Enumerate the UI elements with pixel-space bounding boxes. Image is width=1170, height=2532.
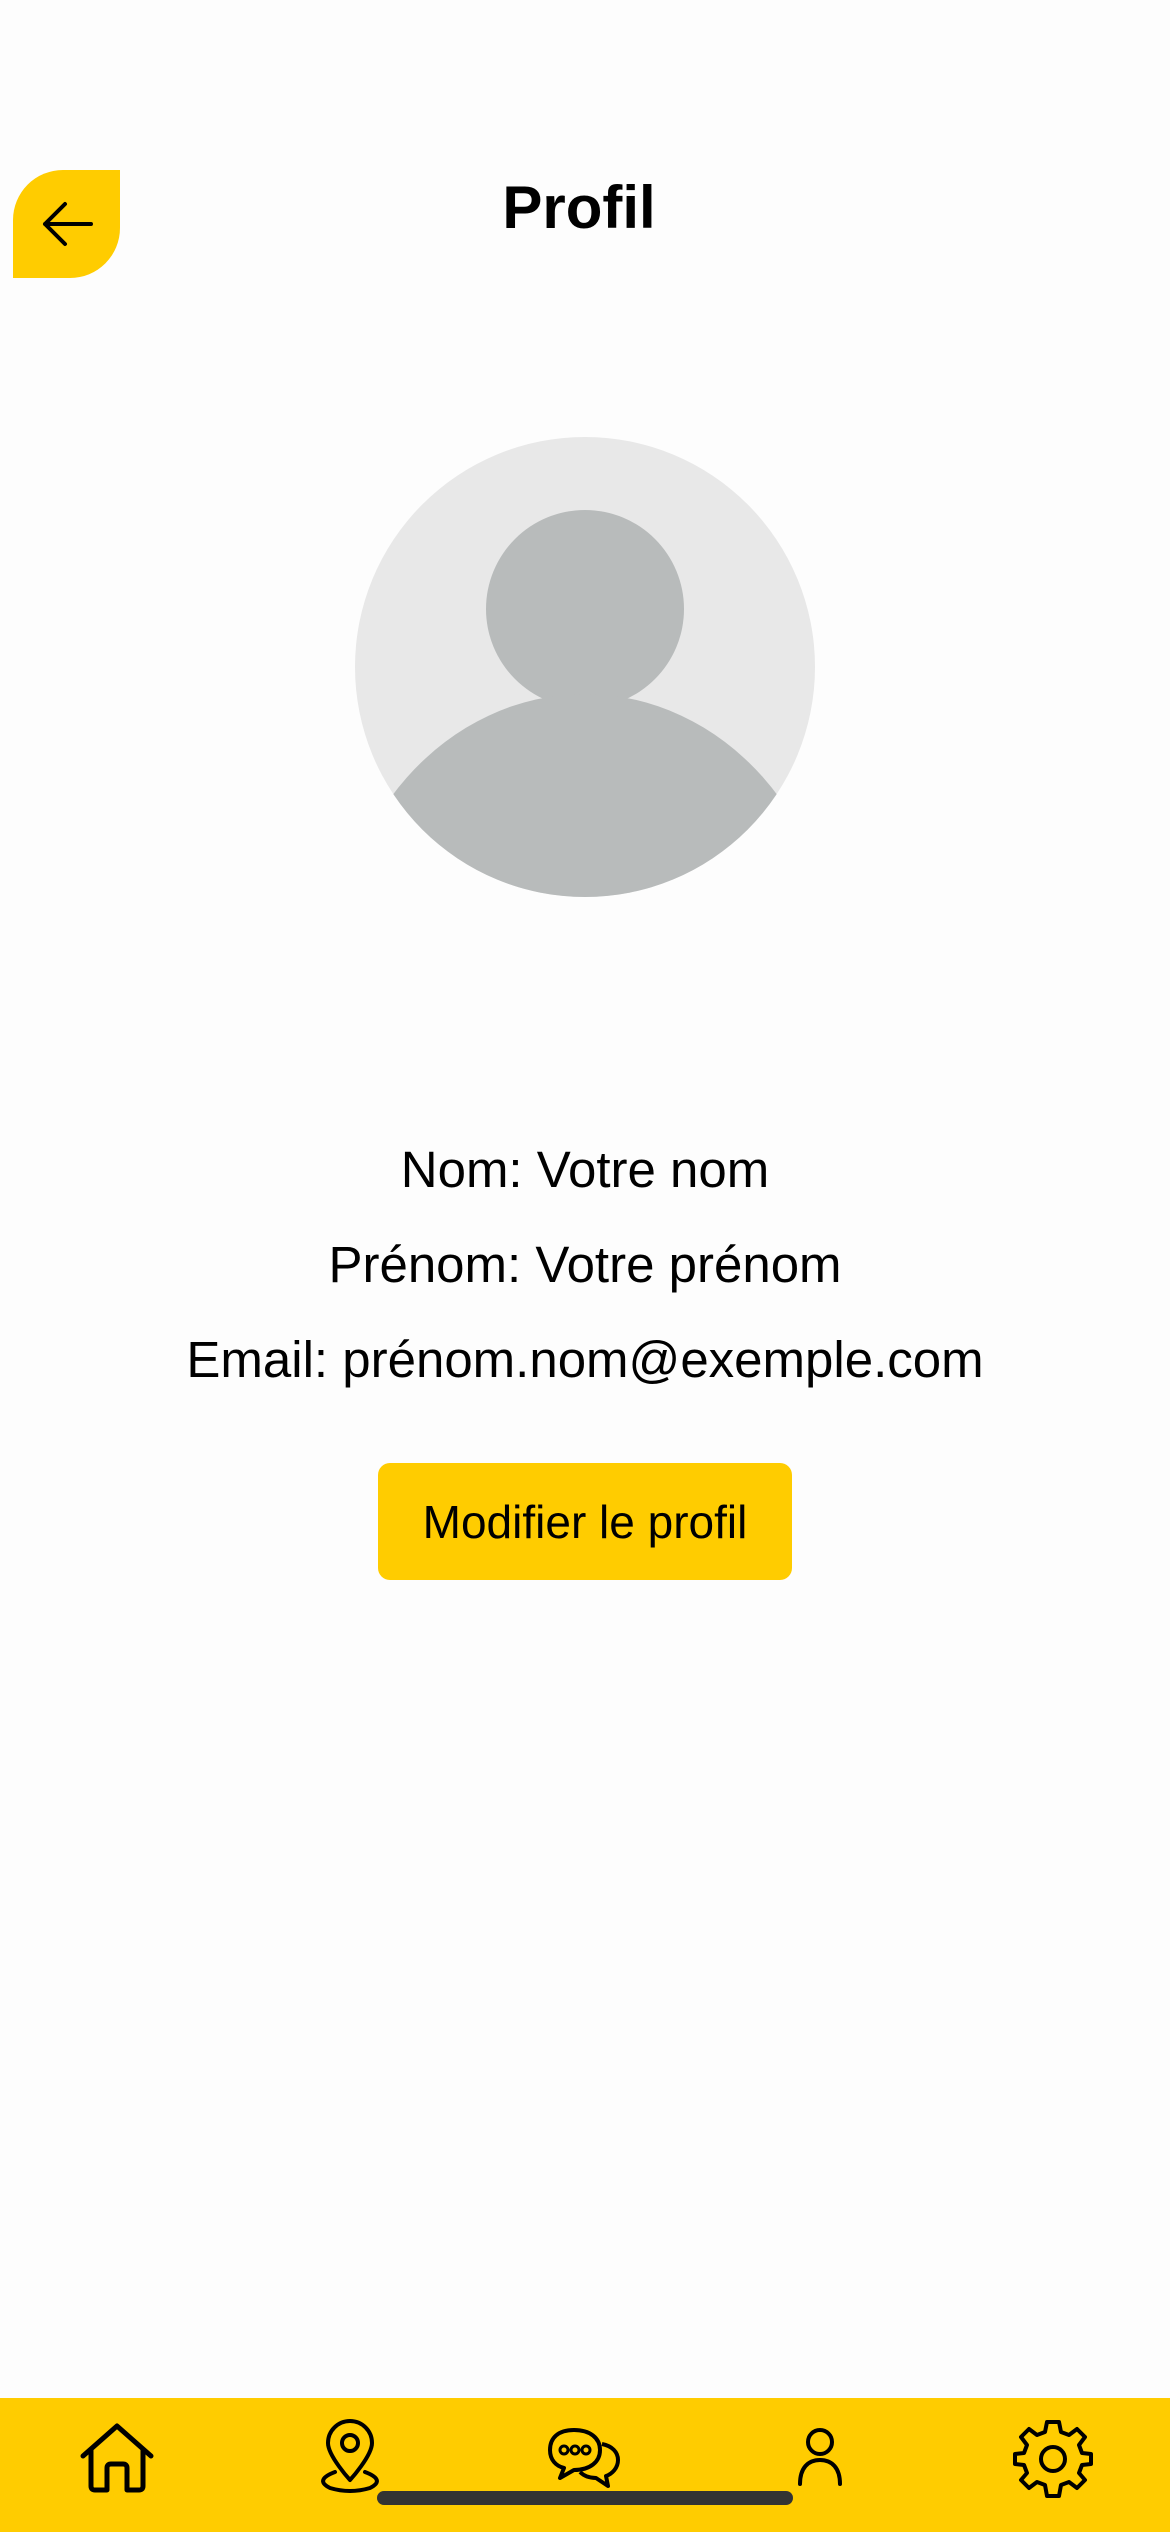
user-icon <box>798 2428 842 2486</box>
map-pin-icon <box>321 2419 379 2493</box>
tab-settings[interactable] <box>1003 2408 1103 2508</box>
home-indicator <box>377 2491 793 2505</box>
edit-profile-button[interactable]: Modifier le profil <box>378 1463 792 1580</box>
profile-info: Nom: Votre nom Prénom: Votre prénom Emai… <box>0 1122 1170 1407</box>
tab-home[interactable] <box>67 2408 167 2508</box>
gear-icon <box>1013 2420 1093 2498</box>
nom-text: Nom: Votre nom <box>400 1141 770 1198</box>
home-icon <box>80 2423 154 2493</box>
avatar[interactable] <box>355 437 815 897</box>
default-avatar-icon <box>355 437 815 897</box>
tab-bar <box>0 2398 1170 2532</box>
email-text: Email: prénom.nom@exemple.com <box>186 1331 984 1388</box>
prenom-text: Prénom: Votre prénom <box>328 1236 842 1293</box>
chat-bubbles-icon <box>548 2428 620 2488</box>
page-title: Profil <box>502 174 656 241</box>
